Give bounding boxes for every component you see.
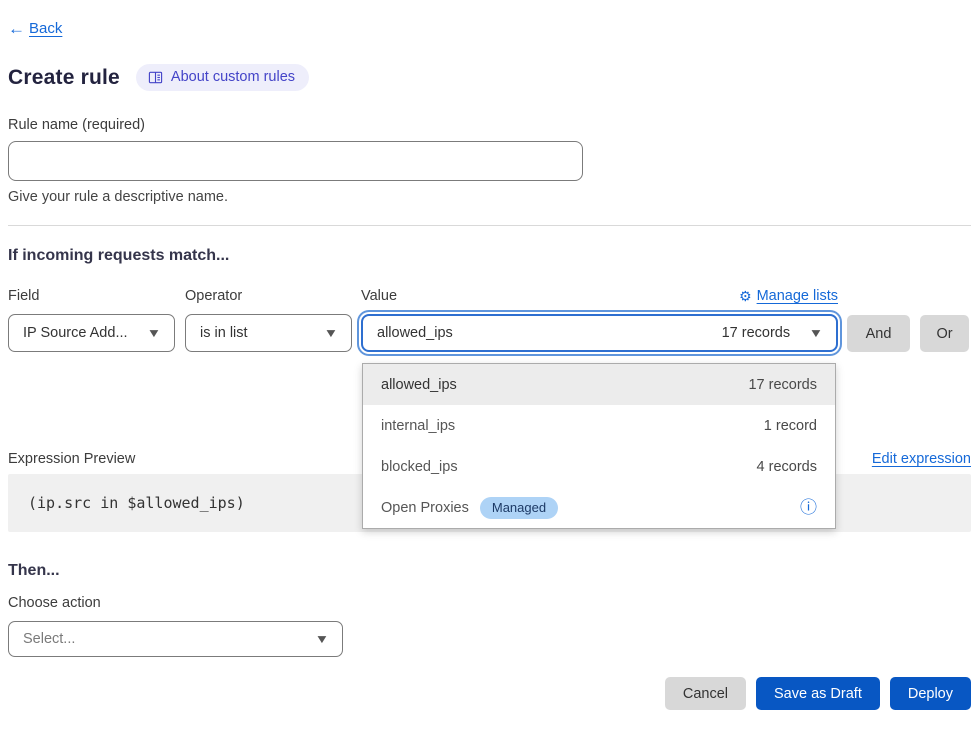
- section-divider: [8, 225, 971, 226]
- operator-column: Operator is in list ▼: [185, 288, 352, 352]
- manage-lists-link[interactable]: Manage lists: [757, 288, 838, 304]
- list-option-name: blocked_ips: [381, 459, 458, 475]
- then-section-heading: Then...: [8, 562, 971, 580]
- value-select-meta: 17 records: [722, 325, 791, 341]
- list-option-meta: 1 record: [764, 418, 817, 434]
- field-column: Field IP Source Add... ▼: [8, 288, 175, 352]
- chevron-down-icon: ▼: [809, 327, 824, 339]
- chevron-down-icon: ▼: [324, 327, 339, 339]
- about-custom-rules-label: About custom rules: [171, 69, 295, 85]
- value-select[interactable]: allowed_ips 17 records ▼: [361, 314, 838, 352]
- list-option-allowed-ips[interactable]: allowed_ips 17 records: [363, 364, 835, 405]
- list-option-open-proxies[interactable]: Open Proxies Managed ⓘ: [363, 487, 835, 528]
- about-custom-rules-link[interactable]: About custom rules: [136, 64, 309, 91]
- operator-select-value: is in list: [200, 325, 248, 341]
- gear-icon: ⚙: [739, 289, 752, 303]
- value-label-row: Value ⚙ Manage lists: [361, 288, 838, 304]
- operator-label: Operator: [185, 288, 352, 304]
- match-section-heading: If incoming requests match...: [8, 247, 971, 265]
- operator-select[interactable]: is in list ▼: [185, 314, 352, 352]
- value-column: Value ⚙ Manage lists allowed_ips 17 reco…: [361, 288, 838, 352]
- value-select-selected: allowed_ips: [377, 325, 453, 341]
- expression-preview-label: Expression Preview: [8, 451, 135, 467]
- list-option-meta: 4 records: [757, 459, 817, 475]
- and-button[interactable]: And: [847, 315, 910, 352]
- rule-name-help-text: Give your rule a descriptive name.: [8, 189, 971, 205]
- action-select[interactable]: Select... ▼: [8, 621, 343, 657]
- list-option-name: allowed_ips: [381, 377, 457, 393]
- edit-expression-link[interactable]: Edit expression: [872, 451, 971, 467]
- rule-name-label: Rule name (required): [8, 117, 971, 133]
- list-option-blocked-ips[interactable]: blocked_ips 4 records: [363, 446, 835, 487]
- rule-name-input[interactable]: [8, 141, 583, 181]
- list-option-name: internal_ips: [381, 418, 455, 434]
- managed-badge: Managed: [480, 497, 558, 519]
- back-arrow-icon: ←: [8, 20, 25, 37]
- or-button[interactable]: Or: [920, 315, 969, 352]
- info-icon[interactable]: ⓘ: [800, 499, 817, 516]
- create-rule-page: ← Back Create rule About custom rules Ru…: [0, 0, 979, 739]
- expression-code: (ip.src in $allowed_ips): [28, 494, 245, 512]
- save-as-draft-button[interactable]: Save as Draft: [756, 677, 880, 710]
- list-option-internal-ips[interactable]: internal_ips 1 record: [363, 405, 835, 446]
- deploy-button[interactable]: Deploy: [890, 677, 971, 710]
- chevron-down-icon: ▼: [315, 633, 330, 645]
- choose-action-label: Choose action: [8, 595, 971, 611]
- field-select[interactable]: IP Source Add... ▼: [8, 314, 175, 352]
- back-row: ← Back: [8, 18, 971, 38]
- cancel-button[interactable]: Cancel: [665, 677, 746, 710]
- list-option-name: Open Proxies: [381, 500, 469, 516]
- manage-lists: ⚙ Manage lists: [739, 288, 838, 304]
- field-label: Field: [8, 288, 175, 304]
- field-select-value: IP Source Add...: [23, 325, 128, 341]
- list-option-meta: 17 records: [748, 377, 817, 393]
- footer-actions: Cancel Save as Draft Deploy: [8, 677, 971, 710]
- list-option-name-group: Open Proxies Managed: [381, 497, 558, 519]
- value-select-right: 17 records ▼: [722, 325, 822, 341]
- chevron-down-icon: ▼: [147, 327, 162, 339]
- value-label: Value: [361, 288, 397, 304]
- title-row: Create rule About custom rules: [8, 64, 971, 91]
- condition-row: Field IP Source Add... ▼ Operator is in …: [8, 288, 971, 352]
- value-listbox: allowed_ips 17 records internal_ips 1 re…: [362, 363, 836, 529]
- back-link[interactable]: Back: [29, 20, 62, 37]
- page-title: Create rule: [8, 66, 120, 90]
- book-icon: [148, 70, 163, 85]
- action-select-placeholder: Select...: [23, 631, 75, 647]
